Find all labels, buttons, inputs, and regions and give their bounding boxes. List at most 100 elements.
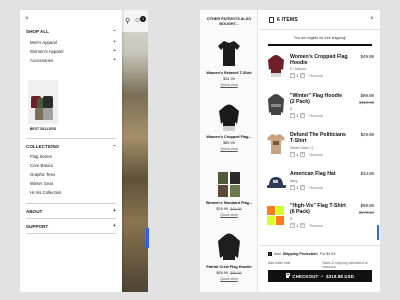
menu-shop-all[interactable]: SHOP ALL − (26, 28, 116, 34)
expand-icon[interactable]: + (113, 208, 116, 214)
remove-item-link[interactable]: Remove (310, 186, 323, 190)
menu-item-label: Women's Apparel (30, 48, 64, 54)
rec-item[interactable]: Women's Standard Flag... $29.99 $44.99 Qu… (204, 168, 254, 217)
menu-about[interactable]: ABOUT + (26, 208, 116, 214)
checkout-label: CHECKOUT (292, 273, 319, 279)
product-image[interactable] (216, 38, 242, 68)
quantity-value[interactable]: 1 (297, 186, 299, 190)
cart-item-price: $34.99 (360, 171, 374, 176)
rec-item[interactable]: Women's Relaxed T-Shirt $34.99 Quick vie… (204, 38, 254, 87)
rec-item-name[interactable]: Patriot Crew Flag Hoodie (204, 265, 254, 270)
cart-item-variant: Desert Sand / S (290, 146, 314, 150)
menu-item-womens-apparel[interactable]: Women's Apparel + (30, 48, 116, 54)
lock-icon (285, 273, 290, 278)
cart-count-badge[interactable]: 1 (140, 16, 146, 22)
cart-item-name[interactable]: Defund The Politicians T-Shirt (290, 132, 348, 145)
collapse-icon[interactable]: − (113, 143, 116, 149)
collection-item-flag-series[interactable]: Flag Series (30, 154, 120, 159)
increase-quantity-button[interactable]: + (300, 113, 305, 118)
protection-price: For $4.93 (319, 252, 336, 256)
quick-view-link[interactable]: Quick view (204, 83, 254, 87)
close-icon[interactable]: × (370, 16, 374, 22)
increase-quantity-button[interactable]: + (300, 152, 305, 157)
decrease-quantity-button[interactable]: − (290, 73, 295, 78)
quantity-stepper: − 1 + Remove (290, 223, 323, 228)
remove-item-link[interactable]: Remove (310, 224, 323, 228)
increase-quantity-button[interactable]: + (300, 223, 305, 228)
product-image[interactable] (216, 232, 242, 262)
decrease-quantity-button[interactable]: − (290, 223, 295, 228)
product-image[interactable] (266, 54, 286, 78)
cart-item-name[interactable]: "High-Vis" Flag T-Shirt (6 Pack) (290, 203, 348, 216)
close-icon[interactable]: × (25, 16, 29, 22)
mobile-menu-drawer: × SHOP ALL − Men's Apparel + Women's App… (20, 10, 122, 292)
menu-support[interactable]: SUPPORT + (26, 223, 116, 229)
rec-item[interactable]: Patriot Crew Flag Hoodie $69.99 $99.99 Qu… (204, 232, 254, 281)
cart-item-price: $99.99 (360, 93, 374, 98)
collection-item-core-basics[interactable]: Core Basics (30, 163, 120, 168)
menu-collections[interactable]: COLLECTIONS − (26, 143, 116, 149)
product-image[interactable] (216, 102, 242, 132)
price: $34.99 (223, 77, 235, 82)
left-phone-screen: ⚲ ☺ 1 × SHOP ALL − Men's Apparel + Women… (20, 10, 148, 292)
shipping-protection-option[interactable]: ✓ Add Shipping Protection For $4.93 (268, 252, 335, 256)
cart-item-price: $49.99 (360, 54, 374, 59)
cart-item-variant: S / Maroon (290, 67, 307, 71)
collection-item-hi-vis[interactable]: Hi-Vis Collection (30, 190, 120, 195)
product-image[interactable] (266, 171, 286, 195)
quantity-value[interactable]: 1 (297, 224, 299, 228)
decrease-quantity-button[interactable]: − (290, 113, 295, 118)
quantity-value[interactable]: 1 (297, 74, 299, 78)
quantity-stepper: − 1 + Remove (290, 185, 323, 190)
expand-icon[interactable]: + (113, 57, 116, 63)
shipping-protection-checkbox[interactable]: ✓ (268, 252, 272, 256)
expand-icon[interactable]: + (113, 48, 116, 54)
recommendations-title: OTHER PATRIOTS ALSO BOUGHT... (206, 17, 252, 26)
search-icon[interactable]: ⚲ (125, 18, 130, 25)
rec-item-name[interactable]: Women's Standard Flag... (204, 201, 254, 206)
product-image[interactable] (266, 132, 286, 156)
expand-icon[interactable]: + (113, 39, 116, 45)
cart-line-item: "Winter" Flag Hoodie (2 Pack) S − 1 + Re… (266, 93, 374, 133)
quick-view-link[interactable]: Quick view (204, 277, 254, 281)
checkout-button[interactable]: CHECKOUT • $319.88 USD (268, 270, 372, 282)
collection-item-winter-gear[interactable]: Winter Gear (30, 181, 120, 186)
remove-item-link[interactable]: Remove (310, 114, 323, 118)
scrollbar-thumb[interactable] (377, 225, 379, 240)
menu-shop-all-label: SHOP ALL (26, 28, 49, 34)
cart-item-name[interactable]: American Flag Hat (290, 171, 348, 177)
quantity-value[interactable]: 1 (297, 114, 299, 118)
product-image[interactable] (266, 203, 286, 227)
collection-item-graphic-tees[interactable]: Graphic Tees (30, 172, 120, 177)
expand-icon[interactable]: + (113, 223, 116, 229)
feedback-tab[interactable] (146, 228, 149, 248)
menu-item-accessories[interactable]: Accessories + (30, 57, 116, 63)
price: $29.99 (216, 207, 228, 212)
cart-item-name[interactable]: "Winter" Flag Hoodie (2 Pack) (290, 93, 348, 106)
product-image[interactable] (266, 93, 286, 117)
cart-drawer: 6 ITEMS × You are eligible for free ship… (260, 10, 380, 292)
best-sellers-label[interactable]: BEST SELLERS (28, 127, 58, 131)
decrease-quantity-button[interactable]: − (290, 185, 295, 190)
menu-about-label: ABOUT (26, 208, 43, 214)
add-order-note-link[interactable]: Add order note (268, 261, 290, 265)
increase-quantity-button[interactable]: + (300, 73, 305, 78)
rec-item-name[interactable]: Women's Cropped Flag... (204, 135, 254, 140)
quick-view-link[interactable]: Quick view (204, 213, 254, 217)
cart-item-name[interactable]: Women's Cropped Flag Hoodie (290, 54, 348, 67)
cart-item-count: 6 ITEMS (277, 17, 298, 23)
quantity-value[interactable]: 1 (297, 153, 299, 157)
cart-item-variant: S (290, 217, 293, 221)
remove-item-link[interactable]: Remove (310, 153, 323, 157)
rec-item-name[interactable]: Women's Relaxed T-Shirt (204, 71, 254, 76)
quick-view-link[interactable]: Quick view (204, 147, 254, 151)
collapse-icon[interactable]: − (113, 28, 116, 34)
decrease-quantity-button[interactable]: − (290, 152, 295, 157)
increase-quantity-button[interactable]: + (300, 185, 305, 190)
best-sellers-thumbnail[interactable] (28, 80, 58, 124)
menu-item-mens-apparel[interactable]: Men's Apparel + (30, 39, 116, 45)
rec-item[interactable]: Women's Cropped Flag... $89.99 Quick vie… (204, 102, 254, 151)
cart-item-price: $29.99 (360, 132, 374, 137)
product-image[interactable] (216, 168, 242, 198)
remove-item-link[interactable]: Remove (310, 74, 323, 78)
